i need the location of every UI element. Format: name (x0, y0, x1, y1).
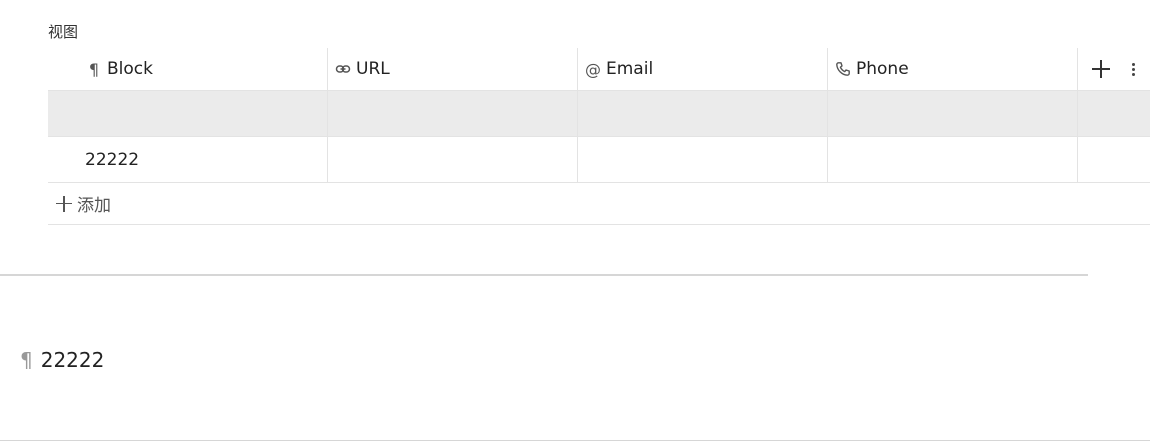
column-header-email[interactable]: @ Email (578, 48, 828, 90)
add-row-button[interactable]: 添加 (48, 183, 1150, 225)
cell-url[interactable] (328, 91, 578, 136)
column-header-label: Phone (856, 59, 909, 79)
page: 视图 ¶ Block URL @ Email Phone 22222 添加 ¶ … (0, 0, 1150, 442)
cell-phone[interactable] (828, 91, 1078, 136)
pilcrow-icon[interactable]: ¶ (20, 348, 33, 372)
cell-phone[interactable] (828, 137, 1078, 182)
column-header-phone[interactable]: Phone (828, 48, 1078, 90)
pilcrow-icon: ¶ (88, 59, 100, 79)
view-title: 视图 (48, 23, 79, 41)
cell-empty (1078, 91, 1150, 136)
paragraph-text[interactable]: 22222 (41, 348, 105, 372)
cell-email[interactable] (578, 91, 828, 136)
column-header-url[interactable]: URL (328, 48, 578, 90)
cell-block[interactable] (48, 91, 328, 136)
paragraph-block[interactable]: ¶ 22222 (20, 348, 104, 372)
column-header-label: URL (356, 59, 390, 79)
table-row[interactable]: 22222 (48, 137, 1150, 183)
divider (0, 274, 1088, 276)
column-header-label: Email (606, 59, 654, 79)
phone-icon (834, 60, 852, 78)
table-row[interactable] (48, 91, 1150, 137)
table-header-row: ¶ Block URL @ Email Phone (48, 48, 1150, 91)
column-header-label: Block (107, 59, 153, 79)
add-row-label: 添加 (77, 196, 111, 216)
at-icon: @ (585, 59, 601, 79)
add-column-icon[interactable] (1092, 60, 1110, 78)
database-table: ¶ Block URL @ Email Phone 22222 添加 (48, 48, 1150, 225)
cell-empty (1078, 137, 1150, 182)
column-header-block[interactable]: ¶ Block (48, 48, 328, 90)
cell-block[interactable]: 22222 (48, 137, 328, 182)
more-options-icon[interactable] (1132, 60, 1136, 78)
plus-icon (56, 195, 72, 212)
header-actions (1078, 48, 1150, 90)
divider (0, 440, 1150, 441)
cell-url[interactable] (328, 137, 578, 182)
link-icon (334, 60, 352, 78)
cell-email[interactable] (578, 137, 828, 182)
